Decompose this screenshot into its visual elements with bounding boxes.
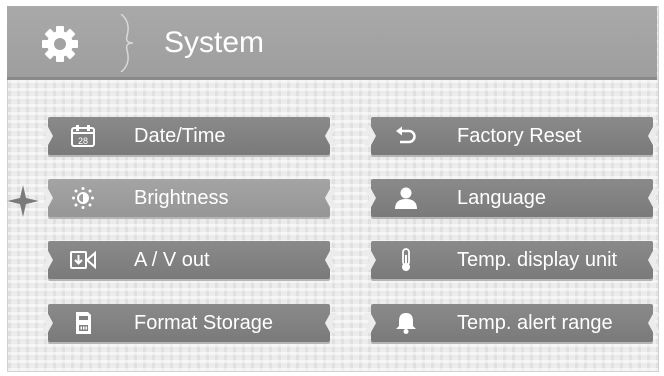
bell-icon	[396, 313, 416, 334]
menu-item-temp-display-unit[interactable]: Temp. display unit	[371, 241, 653, 279]
menu-item-label: Date/Time	[134, 125, 226, 147]
menu-item-label: Language	[457, 187, 546, 209]
calendar-day: 28	[78, 136, 88, 146]
menu-item-temp-alert-range[interactable]: Temp. alert range	[371, 304, 653, 342]
storage-icon	[76, 312, 91, 334]
user-icon	[395, 187, 417, 209]
calendar-icon: 28	[71, 125, 95, 147]
gear-icon[interactable]	[40, 24, 80, 64]
menu-item-label: Format Storage	[134, 312, 273, 334]
menu-item-label: A / V out	[134, 249, 210, 271]
menu-item-format-storage[interactable]: Format Storage	[48, 304, 330, 342]
menu-item-brightness[interactable]: Brightness	[48, 179, 330, 217]
header-bar: System	[7, 6, 657, 80]
menu-item-label: Temp. display unit	[457, 249, 618, 271]
menu-item-language[interactable]: Language	[371, 179, 653, 217]
brightness-icon	[72, 187, 94, 209]
header-divider	[120, 14, 134, 72]
menu-item-label: Factory Reset	[457, 125, 582, 147]
menu-item-label: Brightness	[134, 187, 229, 209]
av-out-icon	[70, 250, 96, 270]
selection-star-icon	[7, 185, 39, 217]
reset-icon	[396, 126, 416, 144]
menu-item-factory-reset[interactable]: Factory Reset	[371, 117, 653, 155]
menu-item-av-out[interactable]: A / V out	[48, 241, 330, 279]
thermometer-icon	[402, 248, 410, 271]
menu-item-label: Temp. alert range	[457, 312, 613, 334]
menu-item-date-time[interactable]: 28 Date/Time	[48, 117, 330, 155]
page-title: System	[164, 26, 265, 59]
